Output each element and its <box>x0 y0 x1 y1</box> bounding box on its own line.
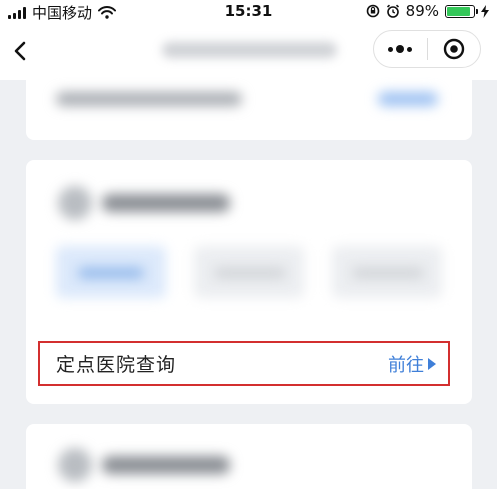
alarm-icon <box>386 4 399 18</box>
more-button[interactable] <box>374 31 427 67</box>
close-button[interactable] <box>428 31 481 67</box>
target-circle-icon <box>443 38 464 60</box>
more-dots-icon <box>388 45 413 53</box>
top-card <box>26 80 472 140</box>
hospital-query-label: 定点医院查询 <box>56 354 177 376</box>
page-title-blurred <box>162 42 337 58</box>
nav-bar <box>0 22 497 80</box>
status-right: 89% <box>366 2 489 20</box>
go-label: 前往 <box>388 354 424 376</box>
blurred-text <box>56 92 242 106</box>
battery-icon <box>445 4 478 18</box>
blurred-link[interactable] <box>378 92 438 106</box>
blurred-icon <box>58 186 92 220</box>
designated-hospital-query-row[interactable]: 定点医院查询 前往 <box>38 341 450 386</box>
chevron-left-icon <box>14 41 26 61</box>
go-link[interactable]: 前往 <box>388 351 436 377</box>
blurred-tab-label <box>214 268 286 278</box>
blurred-icon <box>58 448 92 482</box>
battery-fill <box>447 6 471 16</box>
mini-program-capsule <box>373 30 481 68</box>
battery-percent: 89% <box>405 2 439 20</box>
back-button[interactable] <box>8 36 32 66</box>
blurred-card-title <box>102 456 230 474</box>
bottom-card <box>26 424 472 489</box>
blurred-tab-label <box>352 268 424 278</box>
triangle-right-icon <box>428 357 436 370</box>
blurred-card-title <box>102 194 230 212</box>
rotation-lock-icon <box>366 4 379 18</box>
charging-bolt-icon <box>481 4 489 18</box>
status-bar: 中国移动 15:31 89% <box>0 0 497 22</box>
blurred-tab-label <box>78 268 144 278</box>
